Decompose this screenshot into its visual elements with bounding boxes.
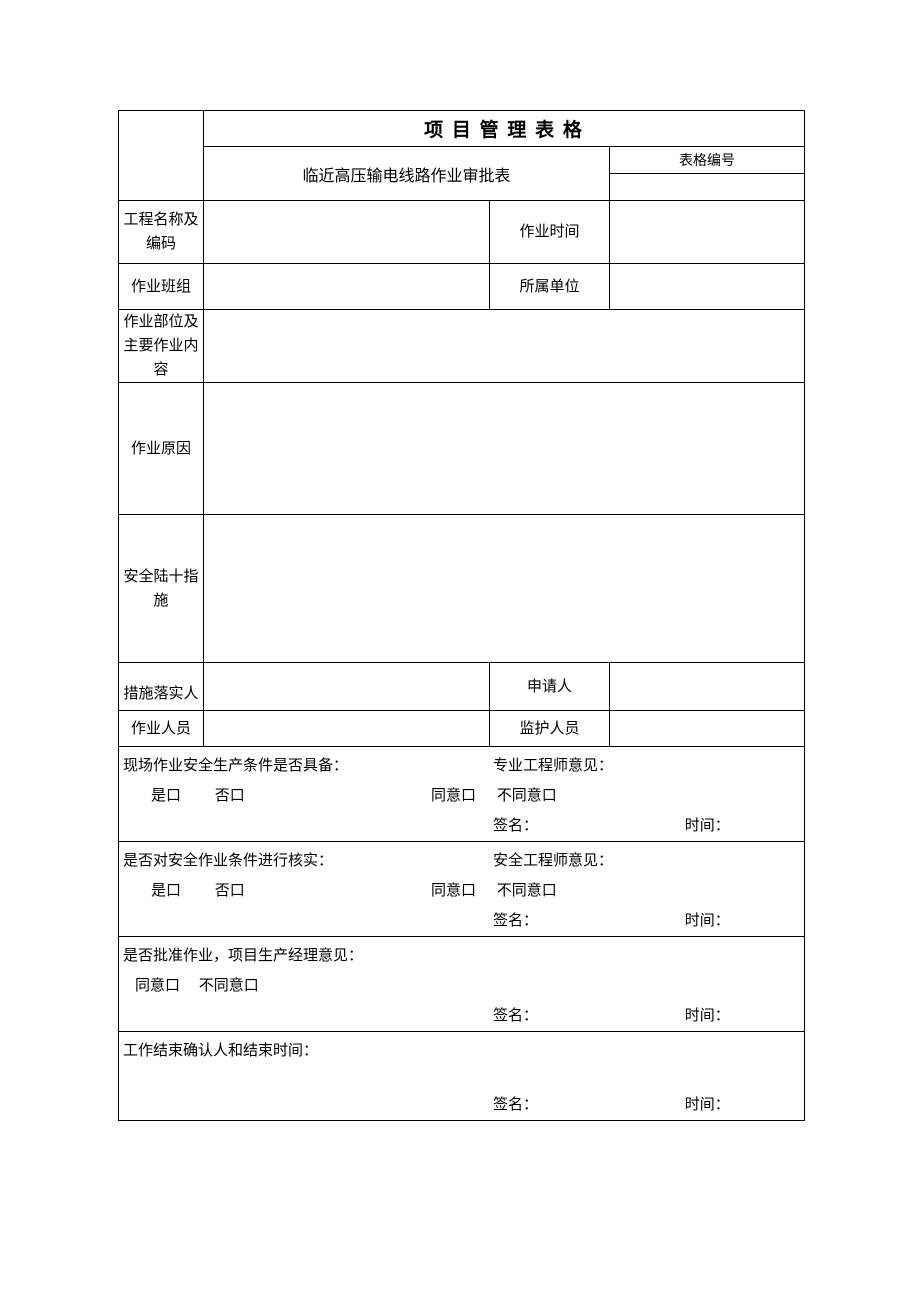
label-team: 作业班组 <box>119 264 204 310</box>
q-verify: 是否对安全作业条件进行核实： <box>121 846 493 876</box>
field-work-time[interactable] <box>610 201 805 264</box>
field-part-content[interactable] <box>204 310 805 383</box>
section-onsite-conditions[interactable]: 现场作业安全生产条件是否具备： 是口 否口 专业工程师意见： 同意口 不同意口 … <box>119 747 805 842</box>
sign-label: 签名： <box>493 1001 681 1031</box>
chk-no[interactable]: 否口 <box>215 781 275 811</box>
field-proj-name[interactable] <box>204 201 490 264</box>
field-reason[interactable] <box>204 383 805 515</box>
chk-yes[interactable]: 是口 <box>151 876 211 906</box>
chk-no[interactable]: 否口 <box>215 876 275 906</box>
field-applicant[interactable] <box>610 663 805 711</box>
time-label: 时间： <box>685 811 730 841</box>
section-finish[interactable]: 工作结束确认人和结束时间： 签名： 时间： <box>119 1032 805 1121</box>
form-no-value[interactable] <box>610 174 805 201</box>
label-reason: 作业原因 <box>119 383 204 515</box>
chk-agree[interactable]: 同意口 <box>431 876 493 906</box>
q-prof-engineer: 专业工程师意见： <box>493 751 804 781</box>
label-part-content: 作业部位及主要作业内容 <box>119 310 204 383</box>
sign-label: 签名： <box>493 1090 681 1120</box>
form-no-label: 表格编号 <box>610 147 805 174</box>
chk-disagree[interactable]: 不同意口 <box>199 971 259 1001</box>
q-safety-engineer: 安全工程师意见： <box>493 846 804 876</box>
label-work-time: 作业时间 <box>490 201 610 264</box>
label-proj-name: 工程名称及编码 <box>119 201 204 264</box>
chk-yes[interactable]: 是口 <box>151 781 211 811</box>
chk-disagree[interactable]: 不同意口 <box>497 876 557 906</box>
field-measures[interactable] <box>204 515 805 663</box>
chk-disagree[interactable]: 不同意口 <box>497 781 557 811</box>
label-workers: 作业人员 <box>119 711 204 747</box>
q-conditions: 现场作业安全生产条件是否具备： <box>121 751 493 781</box>
chk-agree[interactable]: 同意口 <box>135 971 195 1001</box>
label-impl-person: 措施落实人 <box>119 663 204 711</box>
field-impl-person[interactable] <box>204 663 490 711</box>
section-verify-conditions[interactable]: 是否对安全作业条件进行核实： 是口 否口 安全工程师意见： 同意口 不同意口 签… <box>119 842 805 937</box>
q-approve: 是否批准作业，项目生产经理意见： <box>121 941 804 971</box>
time-label: 时间： <box>685 1001 730 1031</box>
time-label: 时间： <box>685 906 730 936</box>
label-guardian: 监护人员 <box>490 711 610 747</box>
field-workers[interactable] <box>204 711 490 747</box>
field-unit[interactable] <box>610 264 805 310</box>
label-measures: 安全陆十指施 <box>119 515 204 663</box>
approval-form-table: 项 目 管 理 表 格 临近高压输电线路作业审批表 表格编号 工程名称及编码 作… <box>118 110 805 1121</box>
section-approve[interactable]: 是否批准作业，项目生产经理意见： 同意口 不同意口 签名： 时间： <box>119 937 805 1032</box>
sign-label: 签名： <box>493 811 681 841</box>
q-finish: 工作结束确认人和结束时间： <box>121 1036 804 1066</box>
label-unit: 所属单位 <box>490 264 610 310</box>
logo-cell <box>119 111 204 201</box>
label-applicant: 申请人 <box>490 663 610 711</box>
chk-agree[interactable]: 同意口 <box>431 781 493 811</box>
form-title: 项 目 管 理 表 格 <box>204 111 805 147</box>
form-subtitle: 临近高压输电线路作业审批表 <box>204 147 610 201</box>
sign-label: 签名： <box>493 906 681 936</box>
field-team[interactable] <box>204 264 490 310</box>
time-label: 时间： <box>685 1090 730 1120</box>
field-guardian[interactable] <box>610 711 805 747</box>
